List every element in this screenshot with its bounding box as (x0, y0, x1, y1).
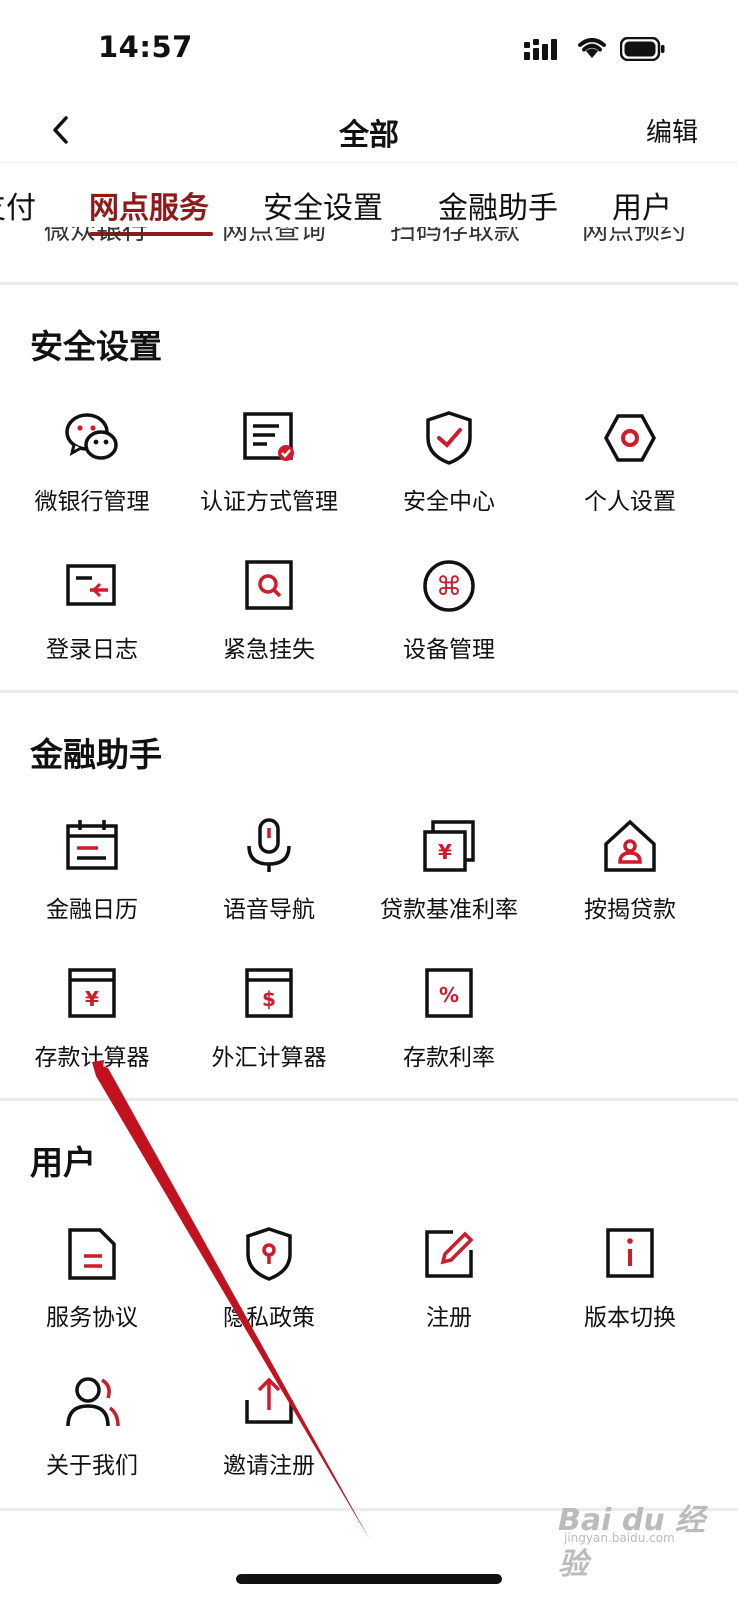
svg-text:⌘: ⌘ (436, 572, 462, 602)
shield-check-icon (426, 411, 472, 465)
battery-icon (620, 37, 665, 61)
login-log-icon (66, 564, 116, 606)
tab-finance-assistant[interactable]: 金融助手 (438, 183, 558, 227)
dollar-calculator-icon: $ (245, 968, 293, 1018)
item-label: 贷款基准利率 (380, 897, 518, 923)
mortgage-loan-button[interactable]: 按揭贷款 (538, 816, 722, 936)
svg-text:¥: ¥ (438, 840, 452, 864)
svg-text:¥: ¥ (85, 987, 99, 1011)
item-label: 按揭贷款 (584, 897, 676, 923)
peek-item[interactable]: 扫码存取款 (390, 227, 520, 247)
status-bar: 14:57 (0, 0, 738, 100)
item-label: 版本切换 (584, 1305, 676, 1331)
about-us-button[interactable]: 关于我们 (0, 1372, 184, 1492)
forex-calculator-button[interactable]: $ 外汇计算器 (177, 964, 361, 1084)
security-center-button[interactable]: 安全中心 (357, 408, 541, 528)
voice-navigation-button[interactable]: 语音导航 (177, 816, 361, 936)
finance-calendar-button[interactable]: 金融日历 (0, 816, 184, 936)
version-switch-button[interactable]: 版本切换 (538, 1224, 722, 1344)
privacy-policy-button[interactable]: 隐私政策 (177, 1224, 361, 1344)
personal-settings-button[interactable]: 个人设置 (538, 408, 722, 528)
calendar-icon (66, 820, 118, 870)
navigation-bar: 全部 编辑 (0, 100, 738, 162)
wechat-icon (65, 413, 118, 460)
microphone-icon (247, 818, 291, 872)
tab-payment[interactable]: 支付 (0, 183, 36, 227)
item-label: 安全中心 (403, 489, 495, 515)
peek-item[interactable]: 网点预约 (582, 227, 686, 247)
section-title-security: 安全设置 (30, 327, 162, 366)
item-label: 存款利率 (403, 1045, 495, 1071)
item-label: 隐私政策 (223, 1305, 315, 1331)
tab-branch-services[interactable]: 网点服务 (89, 183, 209, 227)
item-label: 微银行管理 (34, 489, 150, 515)
certificate-icon (243, 412, 294, 461)
section-title-finance: 金融助手 (30, 735, 162, 774)
svg-text:%: % (439, 983, 459, 1007)
item-label: 紧急挂失 (223, 637, 315, 663)
page-title: 全部 (339, 118, 399, 153)
cellular-signal-icon (524, 39, 557, 60)
wifi-icon (578, 38, 606, 58)
section-divider (0, 1098, 738, 1101)
login-log-button[interactable]: 登录日志 (0, 556, 184, 676)
section-title-user: 用户 (30, 1143, 96, 1182)
edit-button[interactable]: 编辑 (646, 112, 698, 149)
wechat-bank-management-button[interactable]: 微银行管理 (0, 408, 184, 528)
info-icon (606, 1228, 654, 1278)
device-icon: ⌘ (423, 560, 475, 612)
baidu-watermark: Bai du 经验 jingyan.baidu.com (558, 1495, 728, 1582)
item-label: 服务协议 (46, 1305, 138, 1331)
search-card-icon (245, 560, 293, 610)
device-management-button[interactable]: ⌘ 设备管理 (357, 556, 541, 676)
auth-method-management-button[interactable]: 认证方式管理 (177, 408, 361, 528)
status-time: 14:57 (98, 30, 193, 64)
invite-register-button[interactable]: 邀请注册 (177, 1372, 361, 1492)
section-divider (0, 690, 738, 693)
item-label: 设备管理 (403, 637, 495, 663)
item-label: 语音导航 (223, 897, 315, 923)
item-label: 存款计算器 (34, 1045, 150, 1071)
edit-pencil-icon (425, 1230, 474, 1278)
item-label: 金融日历 (46, 897, 138, 923)
service-agreement-button[interactable]: 服务协议 (0, 1224, 184, 1344)
item-label: 邀请注册 (223, 1453, 315, 1479)
users-icon (66, 1377, 120, 1427)
section-divider (0, 282, 738, 285)
emergency-report-loss-button[interactable]: 紧急挂失 (177, 556, 361, 676)
tab-security-settings[interactable]: 安全设置 (263, 183, 383, 227)
deposit-calculator-button[interactable]: ¥ 存款计算器 (0, 964, 184, 1084)
yen-calculator-icon: ¥ (68, 968, 116, 1018)
item-label: 关于我们 (46, 1453, 138, 1479)
watermark-url: jingyan.baidu.com (564, 1531, 675, 1545)
deposit-rate-button[interactable]: % 存款利率 (357, 964, 541, 1084)
house-icon (604, 819, 656, 872)
home-indicator[interactable] (236, 1574, 502, 1584)
share-upload-icon (245, 1377, 293, 1424)
item-label: 个人设置 (584, 489, 676, 515)
settings-hexagon-icon (604, 414, 656, 462)
peek-item[interactable]: 网点查询 (222, 227, 326, 247)
loan-base-rate-button[interactable]: ¥ 贷款基准利率 (357, 816, 541, 936)
peek-item[interactable]: 微众银行 (44, 227, 148, 247)
svg-text:$: $ (262, 987, 276, 1011)
document-icon (68, 1228, 116, 1280)
loan-rate-icon: ¥ (423, 820, 475, 872)
item-label: 注册 (426, 1305, 472, 1331)
item-label: 外汇计算器 (211, 1045, 327, 1071)
register-button[interactable]: 注册 (357, 1224, 541, 1344)
item-label: 登录日志 (46, 637, 138, 663)
item-label: 认证方式管理 (200, 489, 338, 515)
tab-user[interactable]: 用户 (612, 183, 672, 227)
percent-icon: % (425, 968, 473, 1018)
shield-lock-icon (246, 1227, 292, 1281)
